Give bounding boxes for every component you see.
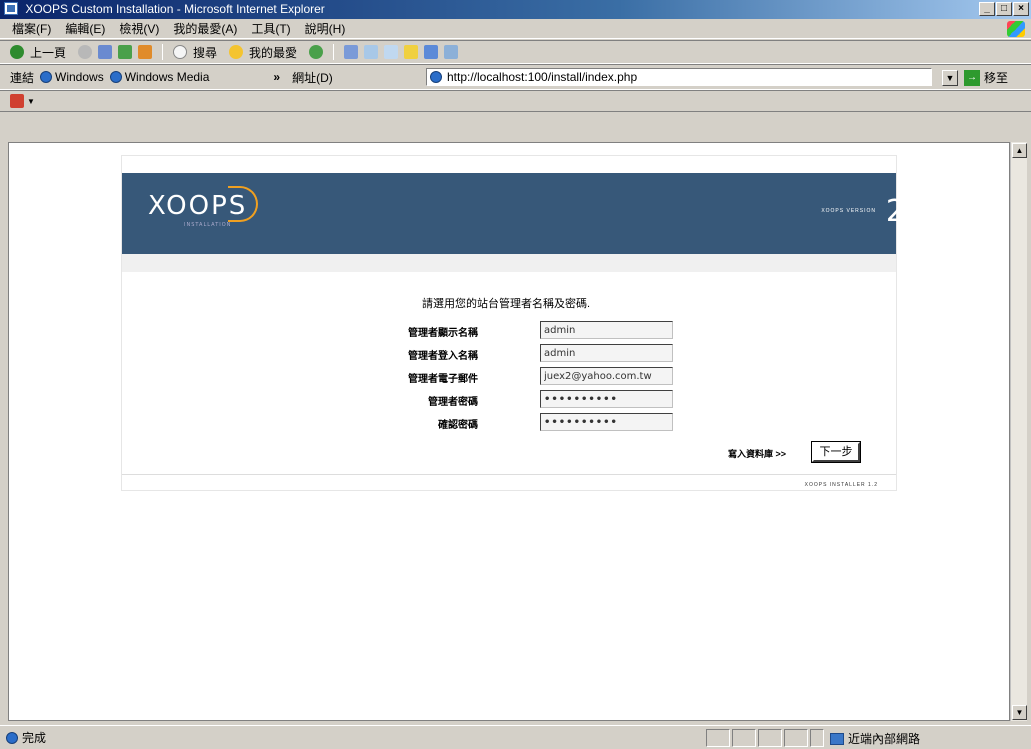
installer-footer: XOOPS INSTALLER 1.2 xyxy=(804,482,878,488)
browser-viewport: XOOPS INSTALLATION XOOPS VERSION 2 請選用您的… xyxy=(8,142,1010,721)
address-dropdown-button[interactable]: ▼ xyxy=(942,70,958,86)
status-bar: 完成 近端內部網路 xyxy=(0,725,1031,749)
links-address-bar: 連結 Windows Windows Media » 網址(D) http://… xyxy=(0,64,1031,90)
links-label: 連結 xyxy=(10,70,35,85)
status-cell xyxy=(732,729,756,747)
vertical-scrollbar[interactable]: ▲ ▼ xyxy=(1010,142,1027,721)
status-text: 完成 xyxy=(22,731,47,745)
window-title: XOOPS Custom Installation - Microsoft In… xyxy=(25,2,325,16)
address-url: http://localhost:100/install/index.php xyxy=(447,70,638,84)
menu-tools[interactable]: 工具(T) xyxy=(251,20,290,37)
menu-help[interactable]: 說明(H) xyxy=(305,20,346,37)
logo-subtitle: INSTALLATION xyxy=(184,222,232,228)
forward-arrow-icon[interactable] xyxy=(78,45,93,59)
search-icon[interactable] xyxy=(173,45,188,59)
link-windows[interactable]: Windows xyxy=(55,70,104,84)
display-name-input[interactable] xyxy=(540,321,673,339)
refresh-icon[interactable] xyxy=(118,45,133,59)
field-label-display-name: 管理者顯示名稱 xyxy=(408,328,478,339)
addon-dropdown-icon[interactable]: ▼ xyxy=(27,97,35,106)
print-icon[interactable] xyxy=(364,45,379,59)
xoops-logo: XOOPS INSTALLATION xyxy=(148,186,258,228)
status-cell xyxy=(758,729,782,747)
version-label: XOOPS VERSION xyxy=(821,208,876,214)
ie-app-icon xyxy=(4,2,18,16)
menu-bar: 檔案(F) 編輯(E) 檢視(V) 我的最愛(A) 工具(T) 說明(H) xyxy=(0,19,1031,39)
password-input[interactable] xyxy=(540,390,673,408)
mail-icon[interactable] xyxy=(344,45,359,59)
addon-icon[interactable] xyxy=(10,94,24,108)
scroll-up-arrow-icon[interactable]: ▲ xyxy=(1012,143,1027,158)
field-label-password: 管理者密碼 xyxy=(428,397,478,408)
field-label-email: 管理者電子郵件 xyxy=(408,374,478,385)
ie-page-icon xyxy=(40,71,53,83)
address-label: 網址(D) xyxy=(292,70,333,85)
field-label-login-name: 管理者登入名稱 xyxy=(408,351,478,362)
discuss-icon[interactable] xyxy=(404,45,419,59)
scroll-down-arrow-icon[interactable]: ▼ xyxy=(1012,705,1027,720)
stop-icon[interactable] xyxy=(98,45,113,59)
ie-page-icon xyxy=(430,71,442,83)
favorites-button[interactable]: 我的最愛 xyxy=(249,44,297,61)
intranet-zone-icon xyxy=(830,732,844,745)
version-badge: XOOPS VERSION 2 xyxy=(821,194,905,229)
next-button[interactable]: 下一步 xyxy=(811,441,861,463)
address-input[interactable]: http://localhost:100/install/index.php xyxy=(426,68,932,86)
addon-toolbar: ▼ xyxy=(0,90,1031,112)
field-label-confirm-password: 確認密碼 xyxy=(438,420,478,431)
status-page-icon xyxy=(6,731,18,744)
standard-toolbar: 上一頁 搜尋 我的最愛 xyxy=(0,40,1031,64)
go-button[interactable]: → 移至 xyxy=(964,69,1008,86)
next-prefix-label: 寫入資料庫 >> xyxy=(727,449,786,459)
close-button[interactable]: × xyxy=(1013,2,1029,16)
media-icon[interactable] xyxy=(309,45,324,59)
login-name-input[interactable] xyxy=(540,344,673,362)
logo-arc-icon xyxy=(228,186,258,222)
form-prompt: 請選用您的站台管理者名稱及密碼. xyxy=(422,298,591,310)
links-chevron[interactable]: » xyxy=(273,70,280,84)
ie-page-icon xyxy=(109,71,122,83)
window-title-bar: XOOPS Custom Installation - Microsoft In… xyxy=(0,0,1031,19)
back-arrow-icon[interactable] xyxy=(10,45,24,59)
menu-favorites[interactable]: 我的最愛(A) xyxy=(173,20,237,37)
link-windows-media[interactable]: Windows Media xyxy=(125,70,210,84)
menu-edit[interactable]: 編輯(E) xyxy=(65,20,105,37)
status-cell xyxy=(810,729,824,747)
banner-stripe xyxy=(122,254,896,272)
xoops-banner: XOOPS INSTALLATION XOOPS VERSION 2 xyxy=(122,173,905,254)
research-icon[interactable] xyxy=(444,45,459,59)
footer-divider xyxy=(122,474,896,475)
email-input[interactable] xyxy=(540,367,673,385)
minimize-button[interactable]: _ xyxy=(979,2,995,16)
windows-logo-icon xyxy=(1007,21,1025,37)
status-cell xyxy=(706,729,730,747)
confirm-password-input[interactable] xyxy=(540,413,673,431)
menu-file[interactable]: 檔案(F) xyxy=(12,20,51,37)
installer-page: XOOPS INSTALLATION XOOPS VERSION 2 請選用您的… xyxy=(121,155,905,491)
zone-label: 近端內部網路 xyxy=(848,732,921,746)
toolbar-separator xyxy=(333,44,335,60)
messenger-icon[interactable] xyxy=(424,45,439,59)
toolbar-separator xyxy=(162,44,164,60)
search-button[interactable]: 搜尋 xyxy=(193,44,217,61)
window-controls: _ □ × xyxy=(979,2,1029,16)
home-icon[interactable] xyxy=(138,45,153,59)
favorites-star-icon[interactable] xyxy=(229,45,244,59)
edit-icon[interactable] xyxy=(384,45,399,59)
security-zone[interactable]: 近端內部網路 xyxy=(830,730,920,747)
go-label: 移至 xyxy=(984,71,1009,85)
version-number: 2 xyxy=(885,194,906,229)
go-arrow-icon: → xyxy=(964,69,980,86)
back-button[interactable]: 上一頁 xyxy=(30,44,66,61)
status-cell xyxy=(784,729,808,747)
menu-view[interactable]: 檢視(V) xyxy=(119,20,159,37)
maximize-button[interactable]: □ xyxy=(996,2,1012,16)
